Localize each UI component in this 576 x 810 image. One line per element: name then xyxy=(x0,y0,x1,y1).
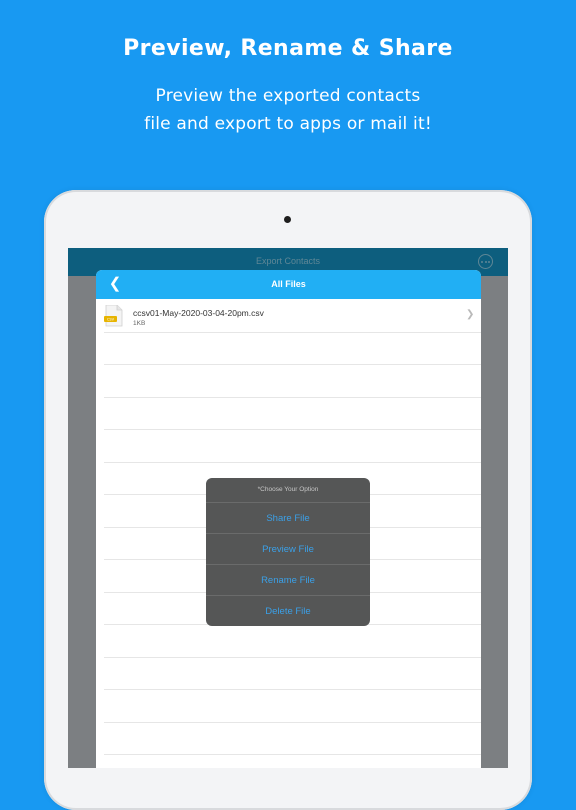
divider xyxy=(104,397,481,398)
sheet-header: ❮ All Files xyxy=(96,270,481,299)
divider xyxy=(104,689,481,690)
divider xyxy=(104,754,481,755)
rename-file-button[interactable]: Rename File xyxy=(206,564,370,595)
divider xyxy=(104,429,481,430)
divider xyxy=(104,332,481,333)
choose-option-dialog: *Choose Your Option Share File Preview F… xyxy=(206,478,370,626)
file-row[interactable]: CSV ccsv01-May-2020-03-04-20pm.csv 1KB ❯ xyxy=(96,299,481,332)
promo-subline-2: file and export to apps or mail it! xyxy=(144,114,432,134)
chevron-right-icon: ❯ xyxy=(466,309,475,320)
camera-icon xyxy=(284,216,291,223)
file-name: ccsv01-May-2020-03-04-20pm.csv xyxy=(133,308,264,318)
csv-file-icon: CSV xyxy=(104,305,123,327)
app-bar-title: Export Contacts xyxy=(255,256,321,266)
delete-file-button[interactable]: Delete File xyxy=(206,595,370,626)
preview-file-button[interactable]: Preview File xyxy=(206,533,370,564)
dialog-title: *Choose Your Option xyxy=(257,486,319,493)
sheet-title: All Files xyxy=(271,279,306,289)
svg-text:CSV: CSV xyxy=(107,318,115,322)
divider xyxy=(104,722,481,723)
promo-subline-1: Preview the exported contacts xyxy=(155,86,421,106)
divider xyxy=(104,462,481,463)
file-size: 1KB xyxy=(133,320,146,327)
share-file-button[interactable]: Share File xyxy=(206,502,370,533)
divider xyxy=(104,364,481,365)
divider xyxy=(104,657,481,658)
more-icon[interactable] xyxy=(478,254,493,269)
promo-headline: Preview, Rename & Share xyxy=(123,36,453,61)
